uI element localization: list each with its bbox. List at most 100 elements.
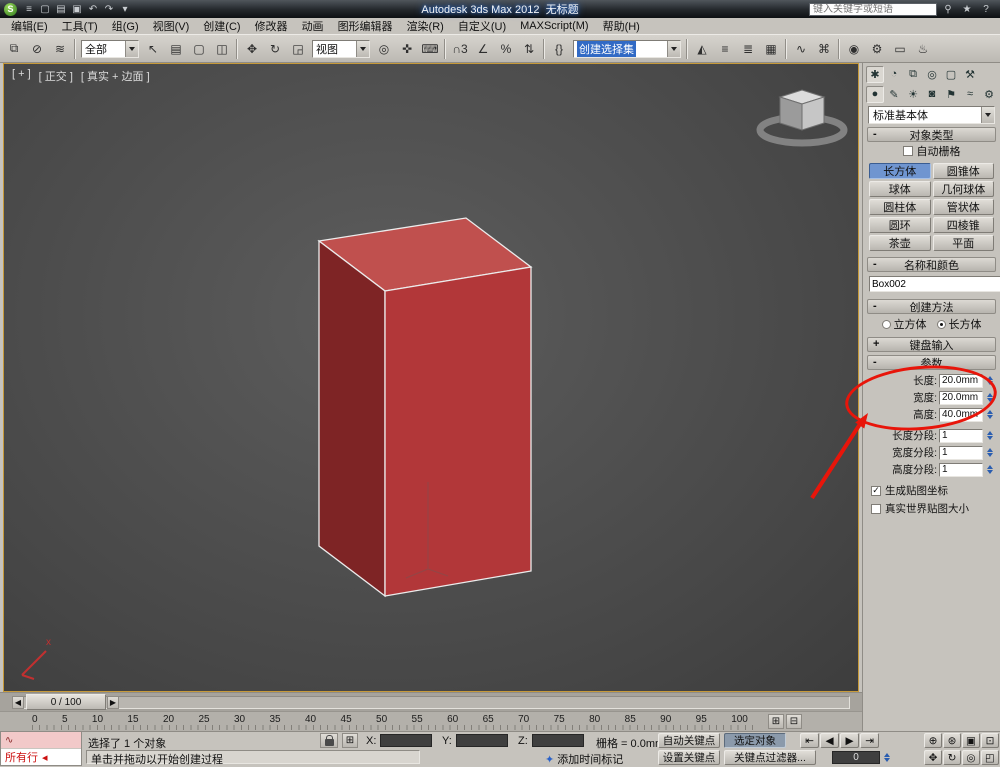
z-coordinate-field[interactable]: [532, 734, 584, 747]
bind-to-space-warp-icon[interactable]: ≋: [49, 38, 71, 60]
menu-animation[interactable]: 动画: [295, 18, 331, 34]
height-field[interactable]: 40.0mm: [939, 408, 983, 422]
tracks-filter-arrow-icon[interactable]: ◂: [42, 751, 48, 764]
viewport-canvas[interactable]: [4, 64, 860, 693]
menu-edit[interactable]: 编辑(E): [4, 18, 55, 34]
zoom-all-icon[interactable]: ⊛: [943, 733, 961, 748]
menu-maxscript[interactable]: MAXScript(M): [513, 18, 595, 34]
select-and-scale-icon[interactable]: ◲: [287, 38, 309, 60]
zoom-icon[interactable]: ⊕: [924, 733, 942, 748]
time-slider-handle[interactable]: 0 / 100: [26, 694, 106, 710]
select-object-icon[interactable]: ↖: [142, 38, 164, 60]
application-menu-icon[interactable]: ≡: [21, 2, 37, 16]
go-to-start-button[interactable]: ⇤: [800, 733, 819, 748]
rollout-keyboard-entry[interactable]: + 键盘输入: [867, 337, 996, 352]
rollout-collapse-icon[interactable]: -: [873, 258, 877, 270]
geometry-category[interactable]: ●: [866, 86, 884, 103]
time-slider-track[interactable]: [12, 696, 850, 709]
select-and-manipulate-icon[interactable]: ✜: [396, 38, 418, 60]
frame-spinner[interactable]: [882, 750, 891, 764]
selection-region-icon[interactable]: ▢: [188, 38, 210, 60]
open-file-icon[interactable]: ▤: [53, 2, 69, 16]
geosphere-button[interactable]: 几何球体: [933, 181, 995, 197]
menu-tools[interactable]: 工具(T): [55, 18, 105, 34]
lights-category[interactable]: ☀: [904, 86, 922, 103]
save-file-icon[interactable]: ▣: [69, 2, 85, 16]
unlink-selection-icon[interactable]: ⊘: [26, 38, 48, 60]
dropdown-arrow-icon[interactable]: [981, 107, 994, 123]
systems-category[interactable]: ⚙: [980, 86, 998, 103]
sphere-button[interactable]: 球体: [869, 181, 931, 197]
align-icon[interactable]: ≡: [714, 38, 736, 60]
cone-button[interactable]: 圆锥体: [933, 163, 995, 179]
help-icon[interactable]: ?: [978, 2, 994, 16]
object-name-field[interactable]: [869, 276, 1000, 292]
maximize-viewport-icon[interactable]: ◰: [981, 750, 999, 765]
teapot-button[interactable]: 茶壶: [869, 235, 931, 251]
spinner-snap-icon[interactable]: ⇅: [518, 38, 540, 60]
track-filter-row[interactable]: 所有行 ◂: [1, 749, 81, 765]
selection-lock-toggle[interactable]: [320, 733, 338, 748]
reference-coordinate-dropdown[interactable]: 视图: [312, 40, 370, 58]
menu-create[interactable]: 创建(C): [196, 18, 247, 34]
search-icon[interactable]: ⚲: [940, 2, 956, 16]
angle-snap-icon[interactable]: ∠: [472, 38, 494, 60]
torus-button[interactable]: 圆环: [869, 217, 931, 233]
selection-filter-dropdown[interactable]: 全部: [81, 40, 139, 58]
width-field[interactable]: 20.0mm: [939, 391, 983, 405]
zoom-extents-icon[interactable]: ▣: [962, 733, 980, 748]
rollout-collapse-icon[interactable]: -: [873, 300, 877, 312]
new-file-icon[interactable]: ▢: [37, 2, 53, 16]
width-segs-spinner[interactable]: [985, 446, 994, 460]
create-tab[interactable]: ✱: [866, 66, 884, 83]
tube-button[interactable]: 管状体: [933, 199, 995, 215]
named-selection-dropdown[interactable]: 创建选择集: [573, 40, 681, 58]
cameras-category[interactable]: ◙: [923, 86, 941, 103]
zoom-region-icon[interactable]: ⊡: [981, 733, 999, 748]
render-production-icon[interactable]: ♨: [912, 38, 934, 60]
timeline-prev-frame-button[interactable]: ◀: [12, 696, 24, 709]
percent-snap-icon[interactable]: %: [495, 38, 517, 60]
mini-listener-macro-row[interactable]: ∿: [1, 732, 81, 749]
width-segs-field[interactable]: 1: [939, 446, 983, 460]
use-pivot-center-icon[interactable]: ◎: [373, 38, 395, 60]
tracks-filter-label[interactable]: 所有行: [5, 749, 38, 765]
rollout-creation-method[interactable]: - 创建方法: [867, 299, 996, 314]
curve-editor-icon[interactable]: ∿: [790, 38, 812, 60]
length-segs-field[interactable]: 1: [939, 429, 983, 443]
motion-tab[interactable]: ◎: [923, 66, 941, 83]
dropdown-arrow-icon[interactable]: [356, 41, 369, 57]
box-radio[interactable]: [937, 320, 946, 329]
project-dropdown-icon[interactable]: ▾: [117, 2, 133, 16]
rollout-parameters[interactable]: - 参数: [867, 355, 996, 370]
viewcube[interactable]: [754, 84, 850, 148]
auto-key-button[interactable]: 自动关键点: [658, 733, 720, 748]
height-segs-field[interactable]: 1: [939, 463, 983, 477]
viewport-menu-label[interactable]: [ + ]: [12, 68, 31, 84]
length-spinner[interactable]: [985, 374, 994, 388]
pyramid-button[interactable]: 四棱锥: [933, 217, 995, 233]
selected-object-button[interactable]: 选定对象: [724, 733, 786, 748]
render-setup-icon[interactable]: ⚙: [866, 38, 888, 60]
time-slider-bar[interactable]: ◀ 0 / 100 ▶: [0, 692, 862, 711]
timeline-next-frame-button[interactable]: ▶: [107, 696, 119, 709]
rollout-collapse-icon[interactable]: +: [873, 338, 879, 350]
rollout-name-color[interactable]: - 名称和颜色: [867, 257, 996, 272]
select-and-move-icon[interactable]: ✥: [241, 38, 263, 60]
pan-view-icon[interactable]: ✥: [924, 750, 942, 765]
undo-icon[interactable]: ↶: [85, 2, 101, 16]
menu-views[interactable]: 视图(V): [146, 18, 197, 34]
search-input[interactable]: [809, 3, 937, 16]
rollout-collapse-icon[interactable]: -: [873, 128, 877, 140]
utilities-tab[interactable]: ⚒: [961, 66, 979, 83]
orbit-view-icon[interactable]: ↻: [943, 750, 961, 765]
menu-help[interactable]: 帮助(H): [596, 18, 647, 34]
menu-group[interactable]: 组(G): [105, 18, 146, 34]
viewport-shading-label[interactable]: [ 真实 + 边面 ]: [81, 68, 150, 84]
previous-frame-button[interactable]: ◀: [820, 733, 839, 748]
absolute-mode-toggle[interactable]: ⊞: [342, 733, 358, 748]
add-time-tag[interactable]: ✦添加时间标记: [545, 751, 623, 767]
cylinder-button[interactable]: 圆柱体: [869, 199, 931, 215]
dropdown-arrow-icon[interactable]: [667, 41, 680, 57]
graphite-ribbon-icon[interactable]: ▦: [760, 38, 782, 60]
